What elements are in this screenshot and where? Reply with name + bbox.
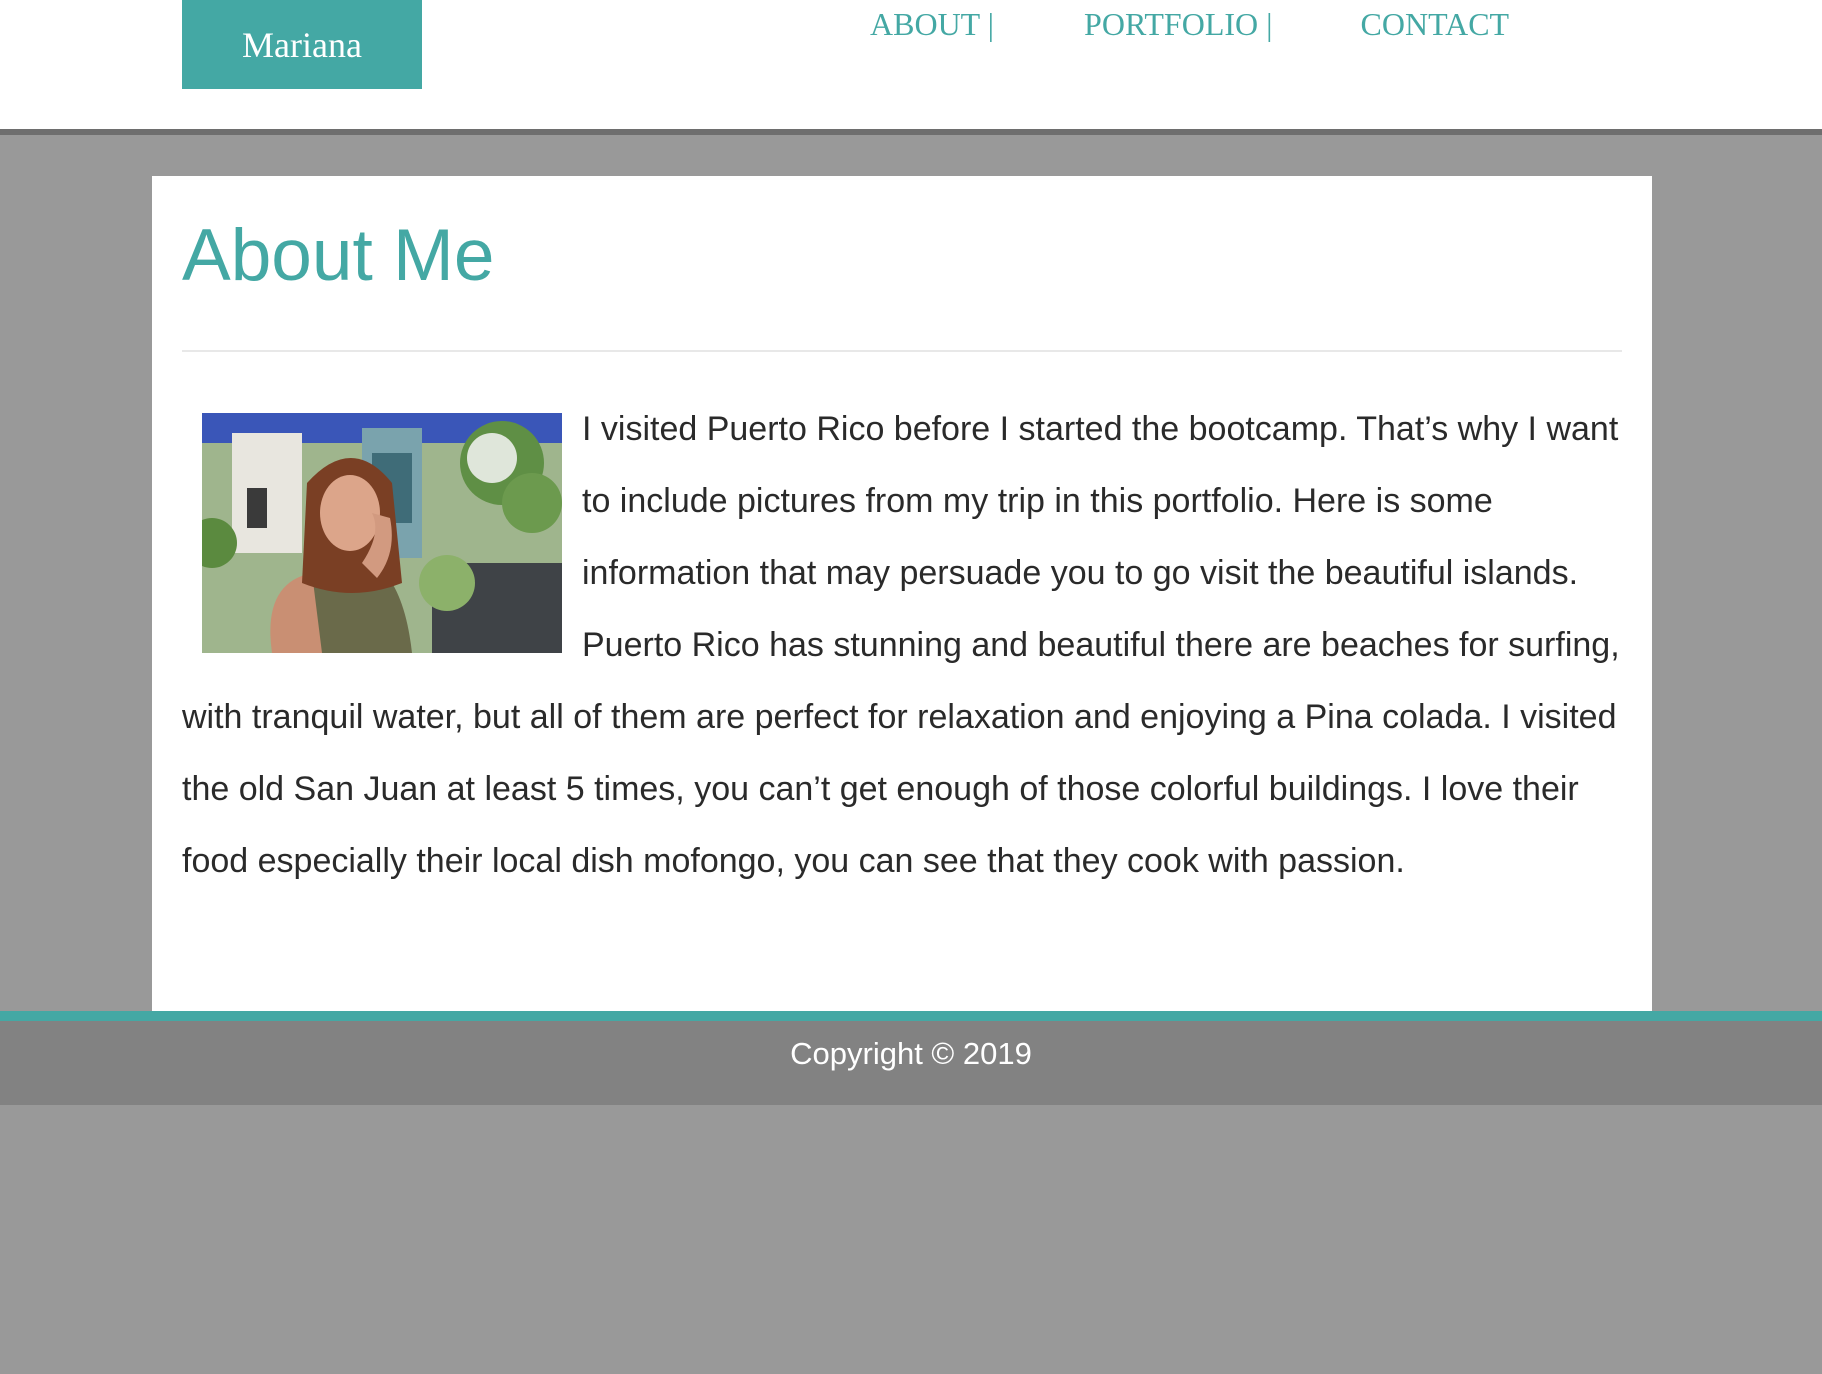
profile-photo xyxy=(202,413,562,653)
nav-item-portfolio[interactable]: PORTFOLIO | xyxy=(1084,6,1273,43)
brand-logo-button[interactable]: Mariana xyxy=(182,0,422,89)
nav-item-contact[interactable]: CONTACT xyxy=(1361,6,1510,43)
about-card: About Me I visited Puerto Rico before I … xyxy=(152,176,1652,1011)
page-title: About Me xyxy=(182,215,495,296)
footer-accent-bar xyxy=(0,1011,1822,1021)
copyright-text: Copyright © 2019 xyxy=(790,1036,1032,1071)
title-divider xyxy=(182,350,1622,352)
site-footer: Copyright © 2019 xyxy=(0,1021,1822,1105)
nav-item-about[interactable]: ABOUT | xyxy=(870,6,994,43)
about-content: I visited Puerto Rico before I started t… xyxy=(182,393,1622,897)
main-nav: ABOUT | PORTFOLIO | CONTACT xyxy=(870,6,1509,43)
site-header: Mariana ABOUT | PORTFOLIO | CONTACT xyxy=(0,0,1822,135)
